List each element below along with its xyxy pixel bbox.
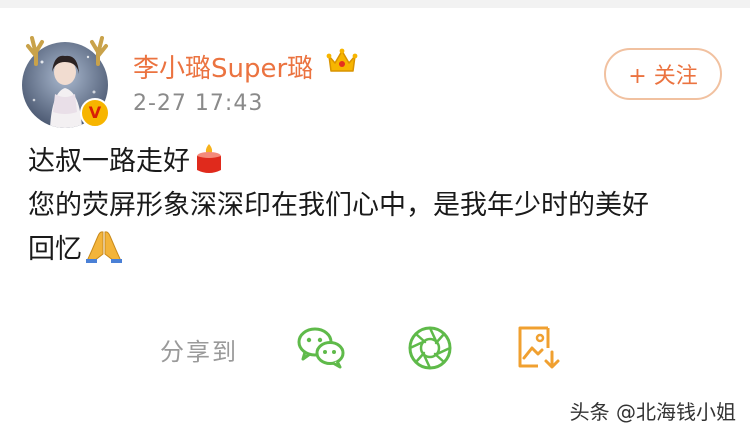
post-line-3: 回忆	[28, 228, 728, 272]
post-line-1: 达叔一路走好	[28, 140, 728, 184]
share-label: 分享到	[160, 338, 238, 366]
post-line-2: 您的荧屏形象深深印在我们心中，是我年少时的美好	[28, 190, 649, 221]
post-body: 达叔一路走好 您的荧屏形象深深印在我们心中，是我年少时的美好 回忆	[28, 140, 728, 272]
vip-crown-icon[interactable]	[326, 46, 358, 76]
candle-emoji	[197, 144, 221, 173]
toutiao-watermark: 头条 @北海钱小姐	[569, 400, 736, 424]
save-image-icon[interactable]	[514, 324, 562, 372]
username[interactable]: 李小璐Super璐	[133, 48, 313, 85]
top-divider	[0, 0, 750, 8]
antlers-decoration-icon	[26, 36, 108, 66]
post-text-line-1: 达叔一路走好	[28, 146, 190, 177]
verified-badge-icon: V	[80, 98, 110, 128]
weibo-post-card: V 李小璐Super璐 2-27 17:43 + 关注 达叔一路走好 您的荧屏形…	[0, 0, 750, 433]
post-timestamp: 2-27 17:43	[133, 91, 264, 116]
post-text-line-3: 回忆	[28, 234, 82, 265]
follow-button[interactable]: + 关注	[604, 48, 722, 100]
wechat-icon[interactable]	[296, 324, 346, 370]
moments-icon[interactable]	[406, 324, 454, 372]
avatar[interactable]: V	[22, 30, 122, 130]
praying-hands-emoji	[86, 231, 122, 263]
